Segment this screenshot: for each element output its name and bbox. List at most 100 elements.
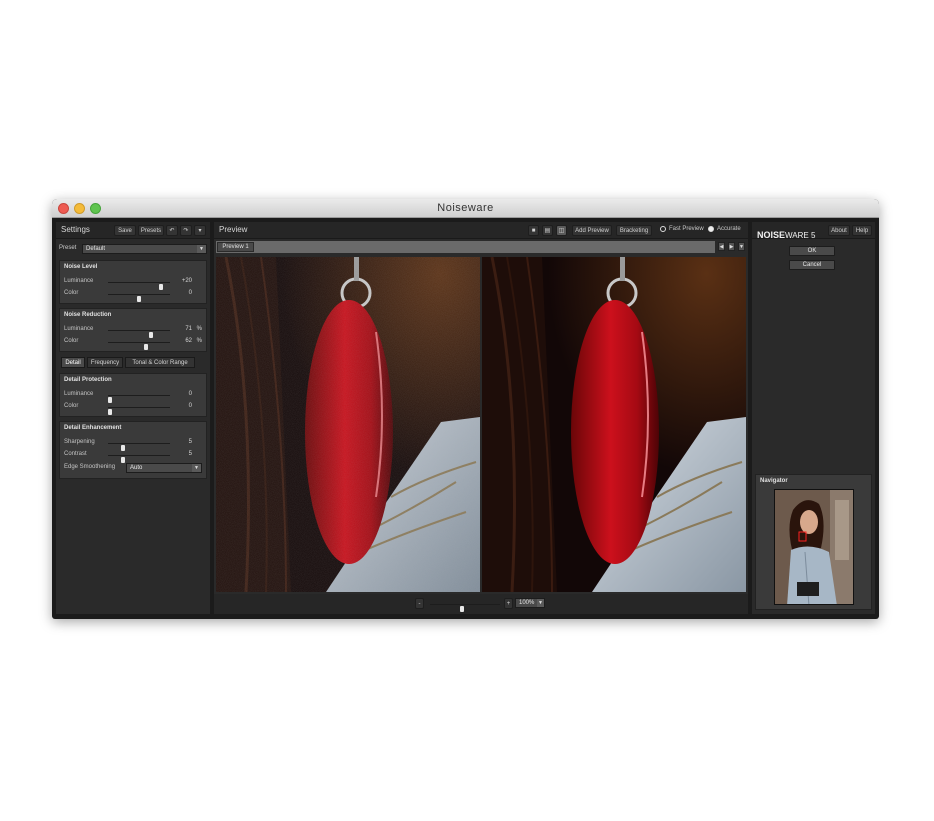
zoom-in-icon[interactable]: + (504, 598, 513, 609)
edge-smoothening-dropdown[interactable]: Auto ▼ (126, 463, 202, 473)
preset-label: Preset (59, 245, 77, 251)
app-window: Noiseware Settings Save Presets ↶ ↷ ▾ Pr… (52, 199, 879, 619)
ok-button[interactable]: OK (789, 246, 835, 256)
after-image-art (482, 257, 746, 592)
chevron-right-icon[interactable]: ▶ (728, 242, 735, 251)
help-button[interactable]: Help (852, 225, 872, 236)
fast-preview-radio[interactable] (660, 226, 666, 232)
sharpening-row: Sharpening 5 (64, 438, 202, 451)
detail-protection-group: Detail Protection Luminance 0 Color 0 (59, 373, 207, 417)
settings-header: Settings Save Presets ↶ ↷ ▾ (56, 222, 210, 239)
zoom-dropdown[interactable]: 100% ▼ (515, 598, 545, 608)
preset-row: Preset Default ▼ (56, 242, 210, 256)
detail-enhancement-title: Detail Enhancement (64, 425, 122, 431)
chevron-down-icon: ▼ (537, 599, 544, 607)
detail-protection-luminance-slider[interactable] (108, 395, 170, 403)
preview-title: Preview (219, 225, 248, 234)
accurate-radio[interactable] (708, 226, 714, 232)
slider-value: 62 (185, 338, 192, 344)
detail-protection-color-slider[interactable] (108, 407, 170, 415)
tab-tonal-color-range[interactable]: Tonal & Color Range (125, 357, 195, 368)
preset-dropdown[interactable]: Default ▼ (82, 244, 207, 254)
contrast-row: Contrast 5 (64, 450, 202, 463)
slider-unit: % (196, 326, 202, 332)
slider-value: 0 (188, 290, 192, 296)
navigator-thumbnail[interactable] (774, 489, 854, 605)
single-view-icon[interactable]: ■ (528, 225, 539, 236)
navigator-panel: Navigator (755, 474, 872, 610)
preview-panel: Preview ■ ▤ ◫ Add Preview Bracketing Fas… (214, 222, 748, 614)
before-image-art (216, 257, 480, 592)
noise-level-luminance-row: Luminance +20 (64, 277, 202, 290)
noise-reduction-title: Noise Reduction (64, 312, 112, 318)
noise-reduction-color-slider[interactable] (108, 342, 170, 350)
edge-smoothening-row: Edge Smoothening Auto ▼ (64, 463, 202, 473)
noise-reduction-group: Noise Reduction Luminance 71 % Color 62 … (59, 308, 207, 352)
slider-value: +20 (181, 278, 192, 284)
undo-icon[interactable]: ↶ (166, 225, 178, 236)
preview-tabstrip: Preview 1 (216, 241, 715, 253)
brand-logo: NOISEWARE 5 (757, 225, 815, 243)
save-button[interactable]: Save (114, 225, 136, 236)
preview-image-after[interactable] (482, 257, 746, 592)
chevron-down-icon[interactable]: ▼ (738, 242, 745, 251)
window-title: Noiseware (437, 202, 494, 214)
slider-label: Luminance (64, 391, 94, 397)
settings-title: Settings (61, 225, 90, 234)
chevron-down-icon: ▼ (197, 245, 206, 253)
split-vertical-icon[interactable]: ◫ (556, 225, 567, 236)
title-bar[interactable]: Noiseware (52, 199, 879, 218)
sharpening-slider[interactable] (108, 443, 170, 451)
slider-value: 5 (188, 439, 192, 445)
about-button[interactable]: About (828, 225, 850, 236)
settings-menu-arrow-icon[interactable]: ▾ (194, 225, 206, 236)
right-panel: NOISEWARE 5 About Help OK Cancel Navigat… (752, 222, 875, 614)
slider-label: Color (64, 338, 79, 344)
presets-button[interactable]: Presets (138, 225, 164, 236)
navigator-title: Navigator (760, 478, 788, 484)
tab-preview-1[interactable]: Preview 1 (217, 242, 254, 252)
tab-detail[interactable]: Detail (61, 357, 85, 368)
accurate-label: Accurate (717, 226, 741, 232)
zoom-slider[interactable] (430, 604, 500, 612)
chevron-left-icon[interactable]: ◀ (718, 242, 725, 251)
tab-frequency[interactable]: Frequency (87, 357, 123, 368)
edge-smoothening-label: Edge Smoothening (64, 464, 116, 470)
zoom-value: 100% (519, 600, 535, 606)
cancel-button[interactable]: Cancel (789, 260, 835, 270)
slider-value: 0 (188, 403, 192, 409)
slider-knob[interactable] (108, 409, 112, 415)
slider-knob[interactable] (143, 344, 148, 350)
slider-knob[interactable] (137, 296, 141, 302)
noise-level-color-slider[interactable] (108, 294, 170, 302)
split-horizontal-icon[interactable]: ▤ (542, 225, 553, 236)
slider-label: Color (64, 403, 79, 409)
detail-protection-luminance-row: Luminance 0 (64, 390, 202, 403)
brand-suffix: WARE 5 (785, 231, 816, 240)
fast-preview-label: Fast Preview (669, 226, 704, 232)
add-preview-button[interactable]: Add Preview (572, 225, 612, 236)
noise-reduction-luminance-row: Luminance 71 % (64, 325, 202, 338)
redo-icon[interactable]: ↷ (180, 225, 192, 236)
noise-level-luminance-slider[interactable] (108, 282, 170, 290)
chevron-down-icon: ▼ (192, 464, 201, 472)
zoom-bar: - + 100% ▼ (214, 594, 748, 614)
slider-label: Contrast (64, 451, 87, 457)
slider-value: 71 (185, 326, 192, 332)
slider-label: Color (64, 290, 79, 296)
contrast-slider[interactable] (108, 455, 170, 463)
brand-header: NOISEWARE 5 About Help (752, 222, 875, 240)
noise-reduction-luminance-slider[interactable] (108, 330, 170, 338)
noise-level-color-row: Color 0 (64, 289, 202, 302)
preview-header: Preview ■ ▤ ◫ Add Preview Bracketing Fas… (214, 222, 748, 239)
zoom-out-icon[interactable]: - (415, 598, 424, 609)
settings-panel: Settings Save Presets ↶ ↷ ▾ Preset Defau… (56, 222, 210, 614)
bracketing-button[interactable]: Bracketing (616, 225, 652, 236)
slider-value: 5 (188, 451, 192, 457)
slider-value: 0 (188, 391, 192, 397)
detail-enhancement-group: Detail Enhancement Sharpening 5 Contrast… (59, 421, 207, 479)
navigator-image-art (775, 490, 853, 604)
preview-image-before[interactable] (216, 257, 480, 592)
slider-label: Luminance (64, 278, 94, 284)
zoom-slider-knob[interactable] (459, 606, 464, 612)
